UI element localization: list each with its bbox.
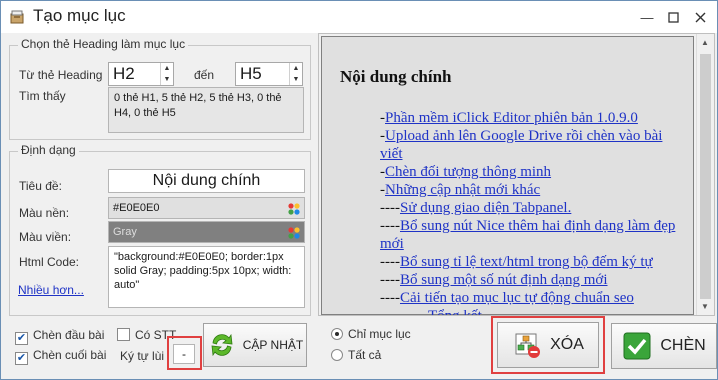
toc-link[interactable]: Bổ sung tỉ lệ text/html trong bộ đếm ký … [400,254,653,270]
toc-prefix: ---- [380,218,400,234]
toc-title-input[interactable]: Nội dung chính [108,169,305,193]
color-picker-icon[interactable] [287,202,301,216]
insert-button[interactable]: CHÈN [611,323,717,369]
checkmark-icon [623,332,651,360]
toc-item[interactable]: -Chèn đối tượng thông minh [380,163,680,181]
scroll-up-icon[interactable]: ▲ [701,38,709,47]
window-title: Tạo mục lục [33,6,126,25]
arrow-up-icon[interactable]: ▲ [161,63,173,74]
checkbox-box [117,328,130,341]
toc-item[interactable]: -Phần mềm iClick Editor phiên bản 1.0.9.… [380,109,680,127]
preview-title: Nội dung chính [340,67,452,86]
indent-char-label: Ký tự lùi [120,349,165,363]
arrow-up-icon[interactable]: ▲ [290,63,302,74]
from-heading-stepper[interactable]: H2 ▲ ▼ [108,62,174,86]
toc-item[interactable]: ----Cải tiến tạo mục lục tự động chuẩn s… [380,289,690,307]
highlight-frame [491,316,605,374]
more-options-link[interactable]: Nhiều hơn... [18,283,84,297]
bg-color-label: Màu nền: [19,206,70,220]
toc-link[interactable]: Cải tiến tạo mục lục tự động chuẩn seo [400,290,634,306]
refresh-icon [211,333,233,357]
toc-link[interactable]: Bổ sung một số nút định dạng mới [400,272,608,288]
html-code-textarea[interactable]: "background:#E0E0E0; border:1px solid Gr… [108,246,305,308]
title-bar: Tạo mục lục — [1,1,717,33]
toc-item[interactable]: Tổng kết [428,307,688,315]
scrollbar-thumb[interactable] [700,54,711,299]
toc-link[interactable]: Tổng kết [428,308,482,315]
border-color-field[interactable]: Gray [108,221,305,243]
dialog-window: Tạo mục lục — Chọn thẻ Heading làm mục l… [0,0,718,380]
radio-indicator [331,328,343,340]
heading-group-legend: Chọn thẻ Heading làm mục lục [18,37,189,51]
insert-bottom-checkbox[interactable]: ✔ Chèn cuối bài [15,348,106,365]
to-heading-value: H5 [240,64,262,83]
stepper-arrows[interactable]: ▲ ▼ [289,63,302,85]
toc-prefix: ---- [380,200,400,216]
toc-link[interactable]: Upload ảnh lên Google Drive rồi chèn vào… [380,128,662,162]
border-color-value: Gray [113,226,137,238]
minimize-icon[interactable]: — [636,7,658,27]
toc-item[interactable]: ----Bổ sung tỉ lệ text/html trong bộ đếm… [380,253,690,271]
from-heading-value: H2 [113,64,135,83]
arrow-down-icon[interactable]: ▼ [161,74,173,85]
update-button[interactable]: CẬP NHẬT [203,323,307,367]
toc-item[interactable]: -Upload ảnh lên Google Drive rồi chèn và… [380,127,680,163]
color-picker-icon[interactable] [287,226,301,240]
bg-color-field[interactable]: #E0E0E0 [108,197,305,219]
check-icon: ✔ [15,352,28,365]
scope-all-radio[interactable]: Tất cả [331,348,381,362]
format-group-legend: Định dạng [18,143,79,157]
toc-prefix: ---- [380,272,400,288]
scroll-down-icon[interactable]: ▼ [701,302,709,311]
scope-only-toc-label: Chỉ mục lục [348,327,411,341]
toc-link[interactable]: Bổ sung nút Nice thêm hai định dạng làm … [380,218,675,252]
toc-item[interactable]: ----Bổ sung nút Nice thêm hai định dạng … [380,217,690,253]
toc-link[interactable]: Chèn đối tượng thông minh [385,164,551,180]
found-label: Tìm thấy [19,89,66,103]
insert-top-checkbox[interactable]: ✔ Chèn đầu bài [15,328,104,345]
arrow-down-icon[interactable]: ▼ [290,74,302,85]
maximize-icon[interactable] [662,7,684,27]
toc-item[interactable]: ----Bổ sung một số nút định dạng mới [380,271,690,289]
bg-color-value: #E0E0E0 [113,202,160,214]
from-heading-label: Từ thẻ Heading [19,68,103,82]
scope-only-toc-radio[interactable]: Chỉ mục lục [331,327,411,341]
found-result: 0 thẻ H1, 5 thẻ H2, 5 thẻ H3, 0 thẻ H4, … [108,87,304,133]
title-label: Tiêu đề: [19,179,62,193]
toc-item[interactable]: ----Sử dụng giao diện Tabpanel. [380,199,690,217]
border-color-label: Màu viền: [19,230,72,244]
toc-preview-box: Nội dung chính -Phần mềm iClick Editor p… [321,36,694,315]
insert-button-label: CHÈN [660,337,706,354]
preview-panel: Nội dung chính -Phần mềm iClick Editor p… [318,33,715,316]
check-icon: ✔ [15,332,28,345]
insert-bottom-label: Chèn cuối bài [33,348,107,362]
toc-link[interactable]: Những cập nhật mới khác [385,182,540,198]
insert-top-label: Chèn đầu bài [33,328,105,342]
update-button-label: CẬP NHẬT [242,338,304,352]
scope-all-label: Tất cả [348,348,382,362]
close-icon[interactable] [689,7,711,27]
toc-prefix: ---- [380,290,400,306]
toc-item[interactable]: -Những cập nhật mới khác [380,181,680,199]
html-code-label: Html Code: [19,255,80,269]
highlight-frame [167,336,202,370]
stepper-arrows[interactable]: ▲ ▼ [160,63,173,85]
preview-scrollbar[interactable]: ▲ ▼ [696,34,714,315]
toc-prefix: ---- [380,254,400,270]
radio-indicator [331,349,343,361]
to-heading-label: đến [194,68,215,82]
toc-link[interactable]: Sử dụng giao diện Tabpanel. [400,200,571,216]
app-icon [10,10,24,24]
toc-link[interactable]: Phần mềm iClick Editor phiên bản 1.0.9.0 [385,110,638,126]
to-heading-stepper[interactable]: H5 ▲ ▼ [235,62,303,86]
